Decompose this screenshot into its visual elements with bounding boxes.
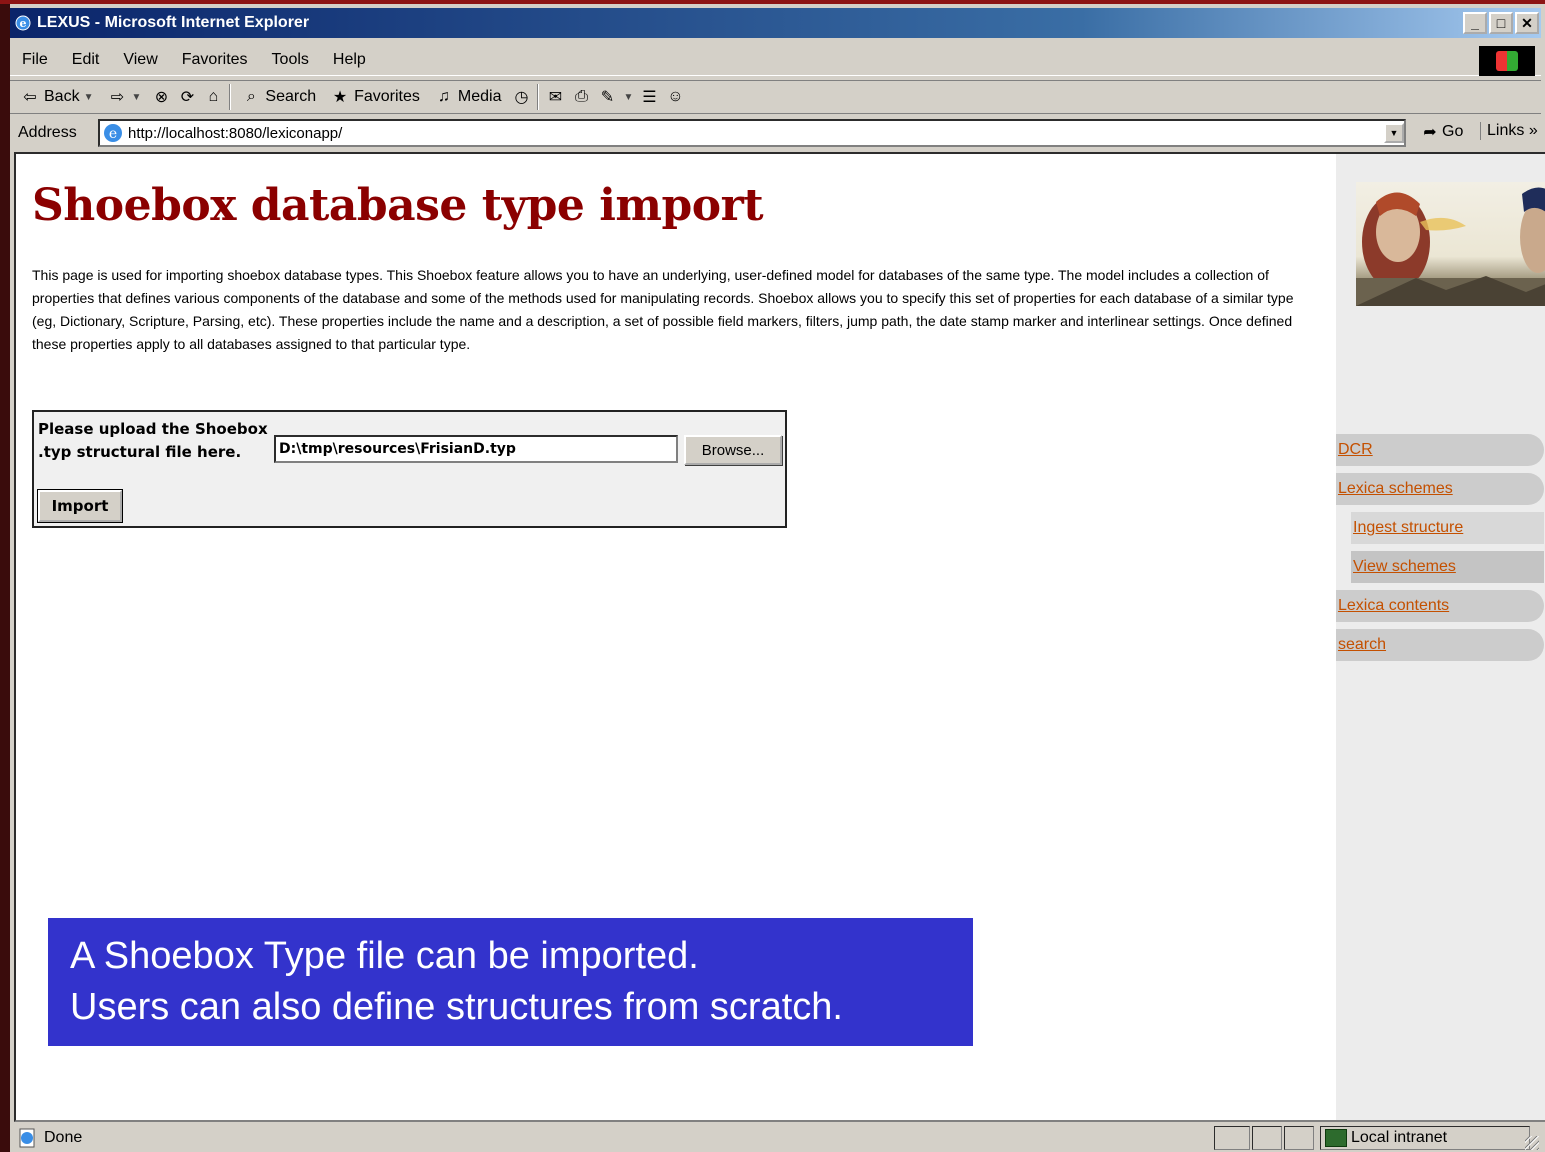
forward-arrow-icon: ⇨ (110, 89, 125, 106)
status-panel (1284, 1126, 1314, 1150)
title-bar: e LEXUS - Microsoft Internet Explorer _ … (10, 8, 1541, 38)
nav-item-view-schemes[interactable]: View schemes (1351, 551, 1544, 583)
messenger-icon[interactable]: ☺ (665, 87, 685, 107)
status-left: Done (14, 1128, 82, 1148)
nav-link-search[interactable]: search (1338, 636, 1386, 654)
page-title: Shoebox database type import (32, 180, 764, 231)
address-bar: Address e http://localhost:8080/lexicona… (10, 116, 1541, 150)
zone-label: Local intranet (1351, 1129, 1448, 1146)
nav-link-dcr[interactable]: DCR (1338, 441, 1373, 459)
back-arrow-icon: ⇦ (23, 89, 37, 106)
go-button[interactable]: ➦ Go (1420, 122, 1463, 142)
history-icon[interactable]: ◷ (511, 87, 531, 107)
links-button[interactable]: Links » (1480, 122, 1538, 140)
status-text: Done (44, 1129, 83, 1146)
svg-text:e: e (20, 17, 27, 30)
mail-icon[interactable]: ✉ (545, 87, 565, 107)
caption-line-1: A Shoebox Type file can be imported. (70, 935, 699, 977)
browse-button[interactable]: Browse... (684, 435, 782, 465)
edit-icon[interactable]: ✎ (597, 87, 617, 107)
file-path-input[interactable]: D:\tmp\resources\FrisianD.typ (274, 435, 678, 463)
status-bar: Done Local intranet (14, 1124, 1541, 1152)
menu-bar: File Edit View Favorites Tools Help (10, 44, 1541, 76)
nav-item-lexica-contents[interactable]: Lexica contents (1336, 590, 1544, 622)
menu-file[interactable]: File (10, 51, 60, 69)
ie-logo-icon: e (15, 15, 31, 31)
nav-link-ingest-structure[interactable]: Ingest structure (1353, 519, 1463, 537)
nav-item-dcr[interactable]: DCR (1336, 434, 1544, 466)
upload-form: Please upload the Shoebox .typ structura… (32, 410, 787, 528)
local-intranet-icon (1325, 1129, 1347, 1147)
nav-item-search[interactable]: search (1336, 629, 1544, 661)
address-input[interactable]: e http://localhost:8080/lexiconapp/ ▼ (98, 119, 1406, 147)
caption-overlay: A Shoebox Type file can be imported. Use… (48, 918, 973, 1046)
import-button[interactable]: Import (37, 489, 123, 523)
stop-icon[interactable]: ⊗ (151, 87, 171, 107)
toolbar: ⇦ Back ▼ ⇨ ▼ ⊗ ⟳ ⌂ ⌕ Search ★ Favorites … (10, 80, 1541, 114)
address-url: http://localhost:8080/lexiconapp/ (128, 124, 343, 142)
toolbar-separator (229, 84, 232, 110)
menu-view[interactable]: View (111, 51, 169, 69)
menu-edit[interactable]: Edit (60, 51, 112, 69)
menu-tools[interactable]: Tools (260, 51, 321, 69)
menu-help[interactable]: Help (321, 51, 378, 69)
nav-item-lexica-schemes[interactable]: Lexica schemes (1336, 473, 1544, 505)
search-button[interactable]: ⌕ Search (237, 87, 320, 107)
back-button[interactable]: ⇦ Back ▼ (16, 87, 97, 107)
media-button[interactable]: ♫ Media (430, 87, 506, 107)
forward-button[interactable]: ⇨ ▼ (103, 87, 145, 107)
favorites-icon: ★ (332, 89, 348, 106)
dropdown-arrow-icon[interactable]: ▼ (84, 92, 94, 103)
nav-link-view-schemes[interactable]: View schemes (1353, 558, 1456, 576)
media-icon: ♫ (437, 88, 450, 105)
page-description: This page is used for importing shoebox … (32, 267, 1294, 352)
chevron-right-icon: » (1528, 122, 1538, 139)
favorites-label: Favorites (354, 88, 420, 105)
discuss-icon[interactable]: ☰ (639, 87, 659, 107)
nav-link-lexica-contents[interactable]: Lexica contents (1338, 597, 1449, 615)
nav-link-lexica-schemes[interactable]: Lexica schemes (1338, 480, 1453, 498)
go-arrow-icon: ➦ (1423, 124, 1437, 141)
home-icon[interactable]: ⌂ (203, 87, 223, 107)
page-icon: e (104, 124, 122, 142)
caption-line-2: Users can also define structures from sc… (70, 986, 843, 1028)
resize-grip-icon[interactable] (1525, 1136, 1539, 1150)
windows-logo-icon (1479, 46, 1535, 76)
svg-text:e: e (109, 126, 117, 142)
menu-favorites[interactable]: Favorites (170, 51, 260, 69)
back-label: Back (44, 88, 80, 105)
go-label: Go (1442, 123, 1464, 140)
favorites-button[interactable]: ★ Favorites (326, 87, 424, 107)
toolbar-separator (537, 84, 540, 110)
browser-window: e LEXUS - Microsoft Internet Explorer _ … (0, 4, 1545, 1152)
address-dropdown-icon[interactable]: ▼ (1384, 123, 1404, 143)
security-zone: Local intranet (1320, 1126, 1530, 1150)
page-status-icon (19, 1128, 35, 1148)
status-panel (1214, 1126, 1250, 1150)
search-label: Search (265, 88, 317, 105)
dropdown-arrow-icon[interactable]: ▼ (131, 92, 141, 103)
minimize-button[interactable]: _ (1463, 12, 1487, 34)
print-icon[interactable]: ⎙ (571, 87, 591, 107)
links-label: Links (1487, 122, 1525, 139)
upload-label: Please upload the Shoebox .typ structura… (38, 420, 268, 461)
maximize-button[interactable]: □ (1489, 12, 1513, 34)
address-label: Address (18, 124, 77, 141)
media-label: Media (457, 88, 502, 105)
window-title: LEXUS - Microsoft Internet Explorer (37, 14, 310, 31)
window-controls: _ □ ✕ (1463, 12, 1539, 34)
search-icon: ⌕ (246, 88, 256, 105)
nav-item-ingest-structure[interactable]: Ingest structure (1351, 512, 1544, 544)
dropdown-arrow-icon[interactable]: ▼ (623, 92, 633, 103)
close-button[interactable]: ✕ (1515, 12, 1539, 34)
status-panel (1252, 1126, 1282, 1150)
header-painting-image (1356, 182, 1545, 306)
sidebar: DCR Lexica schemes Ingest structure View… (1336, 154, 1545, 1120)
refresh-icon[interactable]: ⟳ (177, 87, 197, 107)
page-viewport: Shoebox database type import This page i… (14, 152, 1545, 1122)
